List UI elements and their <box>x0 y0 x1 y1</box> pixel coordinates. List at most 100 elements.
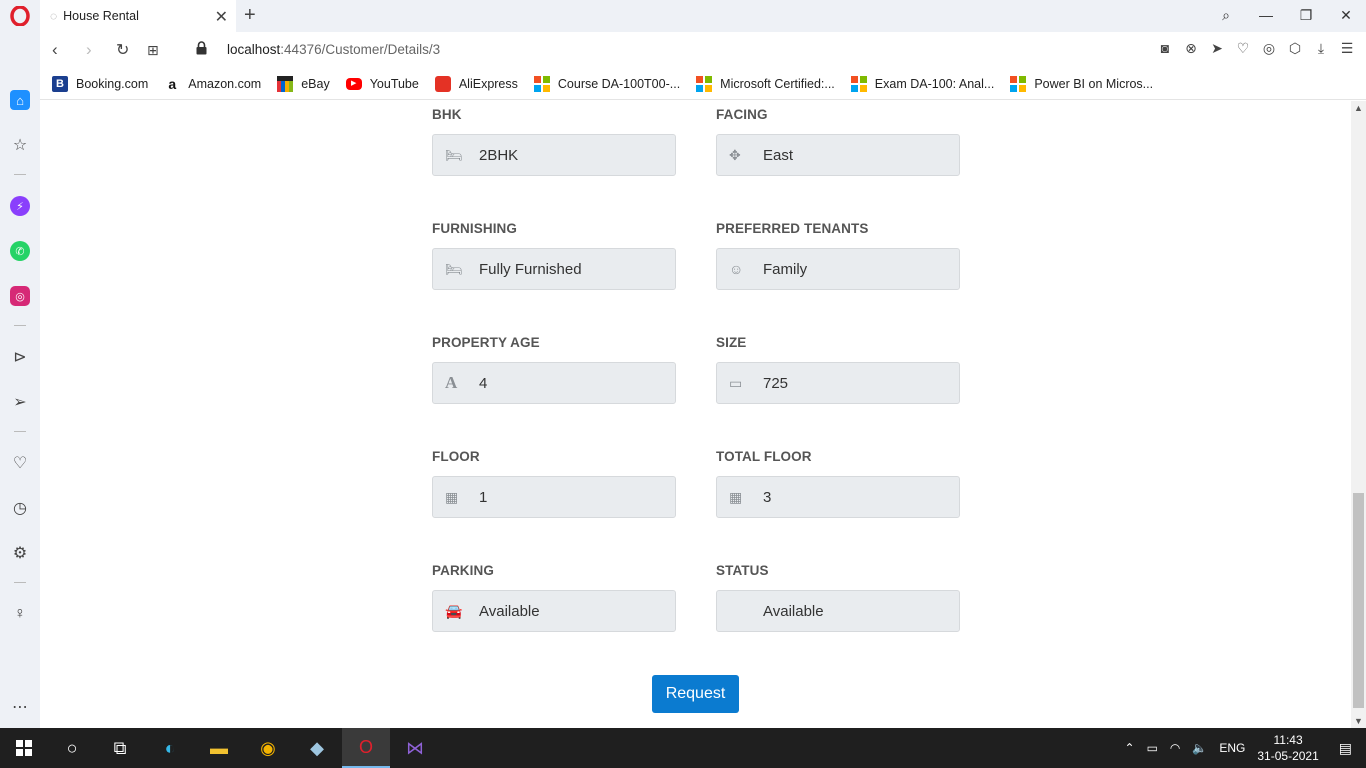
property-age-value: 4 <box>479 374 488 392</box>
lock-icon[interactable] <box>196 41 207 55</box>
floor-field: ▦ 1 <box>432 476 676 518</box>
tray-chevron-icon[interactable]: ⌃ <box>1125 741 1135 755</box>
search-tabs-icon[interactable]: ⌕ <box>1206 0 1246 30</box>
url-field[interactable]: localhost:44376/Customer/Details/3 <box>227 42 440 57</box>
bookmarks-bar: B Booking.com a Amazon.com eBay ▶ YouTub… <box>40 68 1366 100</box>
bhk-label: BHK <box>432 107 462 122</box>
visual-studio-icon[interactable]: ⋈ <box>391 728 439 768</box>
ruler-icon: ▭ <box>729 374 743 391</box>
bookmark-aliexpress[interactable]: AliExpress <box>434 75 518 92</box>
heart-icon[interactable]: ♡ <box>1236 40 1250 57</box>
bookmark-youtube[interactable]: ▶ YouTube <box>345 77 419 91</box>
bookmark-amazon[interactable]: a Amazon.com <box>164 76 261 92</box>
building-icon: ▦ <box>729 488 743 505</box>
scroll-down-icon[interactable]: ▼ <box>1354 716 1363 726</box>
forward-icon[interactable]: › <box>86 40 92 60</box>
vpn-icon[interactable]: ◎ <box>1262 40 1276 57</box>
bookmark-label: Course DA-100T00-... <box>557 76 681 91</box>
clock[interactable]: 11:43 31-05-2021 <box>1257 732 1318 764</box>
speed-dial-icon[interactable]: ⌂ <box>10 90 30 110</box>
cube-icon[interactable]: ⬡ <box>1288 40 1302 57</box>
page-scrollbar[interactable]: ▲ ▼ <box>1351 101 1366 728</box>
opera-taskbar-icon[interactable]: O <box>342 728 390 768</box>
bookmark-course[interactable]: Course DA-100T00-... <box>533 75 681 92</box>
minimize-icon[interactable]: — <box>1246 0 1286 30</box>
start-icon[interactable] <box>0 728 48 768</box>
scroll-thumb[interactable] <box>1353 493 1364 708</box>
furnishing-label: FURNISHING <box>432 221 517 236</box>
bookmark-label: Exam DA-100: Anal... <box>874 76 995 91</box>
language-indicator[interactable]: ENG <box>1219 741 1245 755</box>
history-icon[interactable]: ◷ <box>10 498 30 518</box>
bhk-field: 🛏 2BHK <box>432 134 676 176</box>
player-icon[interactable]: ⊳ <box>10 347 30 367</box>
bed-icon: 🛏 <box>445 260 463 277</box>
floor-value: 1 <box>479 488 488 506</box>
tab-title: House Rental <box>63 9 139 23</box>
heart-icon[interactable]: ♡ <box>10 453 30 473</box>
bookmark-label: Microsoft Certified:... <box>720 76 835 91</box>
bookmark-ebay[interactable]: eBay <box>277 75 330 92</box>
wifi-icon[interactable]: ◠ <box>1170 741 1180 755</box>
opera-logo-icon[interactable] <box>10 6 30 26</box>
bookmark-exam[interactable]: Exam DA-100: Anal... <box>850 75 995 92</box>
facing-field: ✥ East <box>716 134 960 176</box>
bookmark-certified[interactable]: Microsoft Certified:... <box>696 75 835 92</box>
settings-icon[interactable]: ⚙ <box>10 543 30 563</box>
send-icon[interactable]: ➤ <box>1210 40 1224 57</box>
opera-sidebar: ⌂ ☆ ⚡ ✆ ◎ ⊳ ➢ ♡ ◷ ⚙ ♀ ⋯ <box>0 32 40 728</box>
furnishing-field: 🛏 Fully Furnished <box>432 248 676 290</box>
request-button[interactable]: Request <box>652 675 739 713</box>
address-bar: ‹ › ↻ ⊞ localhost:44376/Customer/Details… <box>40 32 1366 68</box>
task-view-icon[interactable]: ⧉ <box>96 728 144 768</box>
flow-icon[interactable]: ➢ <box>10 392 30 412</box>
windows-taskbar: ○ ⧉ ◐ ▬ ◉ ◆ O ⋈ ⌃ ▭ ◠ 🔈 ENG 11:43 31-05-… <box>0 728 1366 768</box>
new-tab-icon[interactable]: + <box>244 4 256 27</box>
letter-a-icon: A <box>445 373 458 392</box>
more-icon[interactable]: ⋯ <box>10 697 30 717</box>
floor-label: FLOOR <box>432 449 480 464</box>
volume-icon[interactable]: 🔈 <box>1192 741 1207 755</box>
edge-icon[interactable]: ◐ <box>146 728 194 768</box>
whatsapp-icon[interactable]: ✆ <box>10 241 30 261</box>
size-field: ▭ 725 <box>716 362 960 404</box>
search-icon[interactable]: ○ <box>48 728 96 768</box>
restore-icon[interactable]: ❐ <box>1286 0 1326 30</box>
reload-icon[interactable]: ↻ <box>116 40 129 60</box>
bookmarks-icon[interactable]: ☆ <box>10 135 30 155</box>
battery-icon[interactable]: ▭ <box>1147 741 1158 755</box>
close-window-icon[interactable]: ✕ <box>1326 0 1366 30</box>
bookmark-label: AliExpress <box>458 76 518 91</box>
preferred-tenants-label: PREFERRED TENANTS <box>716 221 869 236</box>
bookmark-booking[interactable]: B Booking.com <box>52 75 148 92</box>
download-icon[interactable]: ⤓ <box>1314 40 1328 57</box>
back-icon[interactable]: ‹ <box>52 40 58 60</box>
browser-tab[interactable]: ◌ House Rental ✕ <box>40 0 236 32</box>
tabs-grid-icon[interactable]: ⊞ <box>147 42 159 59</box>
bookmark-label: eBay <box>301 76 330 91</box>
ebay-icon <box>277 75 294 92</box>
total-floor-label: TOTAL FLOOR <box>716 449 812 464</box>
bhk-value: 2BHK <box>479 146 519 164</box>
easy-setup-icon[interactable]: ☰ <box>1340 40 1354 57</box>
instagram-icon[interactable]: ◎ <box>10 286 30 306</box>
window-controls: ⌕ — ❐ ✕ <box>1206 0 1366 32</box>
file-explorer-icon[interactable]: ▬ <box>195 728 243 768</box>
notifications-icon[interactable]: ▤ <box>1339 740 1352 757</box>
microsoft-icon <box>1010 75 1027 92</box>
facing-label: FACING <box>716 107 768 122</box>
messenger-icon[interactable]: ⚡ <box>10 196 30 216</box>
bookmark-powerbi[interactable]: Power BI on Micros... <box>1010 75 1153 92</box>
lightbulb-icon[interactable]: ♀ <box>10 604 30 624</box>
scroll-up-icon[interactable]: ▲ <box>1354 103 1363 113</box>
building-icon: ▦ <box>445 488 459 505</box>
camera-icon[interactable]: ◙ <box>1158 40 1172 57</box>
chrome-icon[interactable]: ◉ <box>244 728 292 768</box>
close-tab-icon[interactable]: ✕ <box>215 7 228 27</box>
app-icon[interactable]: ◆ <box>293 728 341 768</box>
arrows-icon: ✥ <box>729 146 741 163</box>
loading-icon: ◌ <box>50 9 58 23</box>
browser-tab-bar: ◌ House Rental ✕ + ⌕ — ❐ ✕ <box>0 0 1366 32</box>
clock-date: 31-05-2021 <box>1257 749 1319 763</box>
adblock-icon[interactable]: ⊗ <box>1184 40 1198 57</box>
